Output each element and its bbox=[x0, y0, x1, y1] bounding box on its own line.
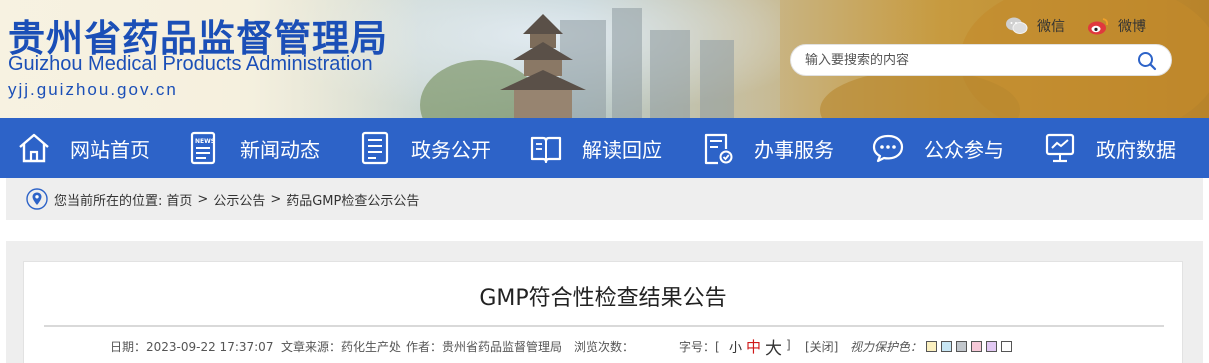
wechat-link[interactable]: 微信 bbox=[1005, 16, 1065, 36]
font-size-small[interactable]: 小 bbox=[729, 337, 742, 356]
eye-care-swatch[interactable] bbox=[941, 341, 952, 352]
open-book-icon bbox=[528, 130, 564, 166]
banner-building bbox=[612, 8, 642, 118]
eye-care-swatch[interactable] bbox=[956, 341, 967, 352]
search-icon[interactable] bbox=[1137, 51, 1157, 71]
nav-label: 网站首页 bbox=[70, 137, 150, 162]
breadcrumb-announcements[interactable]: 公示公告 bbox=[213, 190, 265, 209]
site-url: yjj.guizhou.gov.cn bbox=[8, 80, 178, 99]
site-title-english: Guizhou Medical Products Administration bbox=[8, 53, 373, 75]
article-date: 日期：2023-09-22 17:37:07 bbox=[110, 340, 274, 354]
document-list-icon bbox=[357, 130, 393, 166]
breadcrumb-home[interactable]: 首页 bbox=[166, 190, 192, 209]
nav-label: 解读回应 bbox=[582, 137, 662, 162]
eye-care-swatch[interactable] bbox=[971, 341, 982, 352]
service-form-icon bbox=[700, 130, 736, 166]
nav-label: 办事服务 bbox=[754, 137, 834, 162]
nav-label: 公众参与 bbox=[924, 137, 1004, 162]
banner-building bbox=[700, 40, 734, 118]
weibo-icon bbox=[1086, 16, 1110, 36]
nav-item-gov-affairs[interactable]: 政务公开 bbox=[357, 118, 491, 178]
nav-item-services[interactable]: 办事服务 bbox=[700, 118, 834, 178]
article-title: GMP符合性检查结果公告 bbox=[479, 286, 727, 311]
pagoda-illustration bbox=[500, 14, 586, 118]
main-nav: 网站首页 NEWS 新闻动态 政务公开 解读回应 办事服务 公众参与 政府数据 bbox=[0, 118, 1209, 178]
font-size-medium[interactable]: 中 bbox=[746, 336, 761, 357]
font-size-large[interactable]: 大 bbox=[765, 334, 782, 359]
eye-care-swatch[interactable] bbox=[926, 341, 937, 352]
data-monitor-icon bbox=[1042, 130, 1078, 166]
banner-building bbox=[650, 30, 690, 118]
nav-item-participation[interactable]: 公众参与 bbox=[870, 118, 1004, 178]
search-input[interactable] bbox=[805, 52, 1125, 68]
eye-care-swatch[interactable] bbox=[986, 341, 997, 352]
font-size-label: 字号：[ bbox=[679, 340, 720, 354]
breadcrumb-current[interactable]: 药品GMP检查公示公告 bbox=[286, 190, 419, 209]
breadcrumb-separator: > bbox=[270, 191, 282, 207]
chat-bubble-icon bbox=[870, 130, 906, 166]
header-banner: 贵州省药品监督管理局 Guizhou Medical Products Admi… bbox=[0, 0, 1209, 118]
svg-text:NEWS: NEWS bbox=[195, 138, 215, 145]
eye-care-swatch[interactable] bbox=[1001, 341, 1012, 352]
search-box bbox=[790, 44, 1172, 76]
weibo-link[interactable]: 微博 bbox=[1086, 16, 1146, 36]
eye-care-label: 视力保护色： bbox=[850, 340, 923, 354]
nav-item-news[interactable]: NEWS 新闻动态 bbox=[186, 118, 320, 178]
article-views: 浏览次数： bbox=[574, 340, 635, 354]
nav-item-interpretation[interactable]: 解读回应 bbox=[528, 118, 662, 178]
article-source: 文章来源：药化生产处 bbox=[281, 340, 402, 354]
breadcrumb-separator: > bbox=[197, 191, 209, 207]
nav-label: 新闻动态 bbox=[240, 137, 320, 162]
wechat-label: 微信 bbox=[1037, 19, 1065, 35]
font-size-bracket: ] bbox=[786, 338, 791, 352]
wechat-icon bbox=[1005, 16, 1029, 36]
nav-item-home[interactable]: 网站首页 bbox=[16, 118, 150, 178]
home-icon bbox=[16, 130, 52, 166]
article-card: GMP符合性检查结果公告 日期：2023-09-22 17:37:07 文章来源… bbox=[23, 261, 1183, 363]
content-area: GMP符合性检查结果公告 日期：2023-09-22 17:37:07 文章来源… bbox=[6, 241, 1203, 363]
article-author: 作者：贵州省药品监督管理局 bbox=[406, 340, 563, 354]
breadcrumb: 您当前所在的位置: 首页 > 公示公告 > 药品GMP检查公示公告 bbox=[6, 178, 1203, 220]
nav-label: 政府数据 bbox=[1096, 137, 1176, 162]
location-pin-icon bbox=[26, 188, 48, 210]
nav-label: 政务公开 bbox=[411, 137, 491, 162]
breadcrumb-prefix: 您当前所在的位置: bbox=[54, 193, 163, 209]
nav-item-gov-data[interactable]: 政府数据 bbox=[1042, 118, 1176, 178]
weibo-label: 微博 bbox=[1118, 19, 1146, 35]
news-icon: NEWS bbox=[186, 130, 222, 166]
title-divider bbox=[44, 325, 1164, 327]
close-link[interactable]: [关闭] bbox=[805, 338, 838, 355]
